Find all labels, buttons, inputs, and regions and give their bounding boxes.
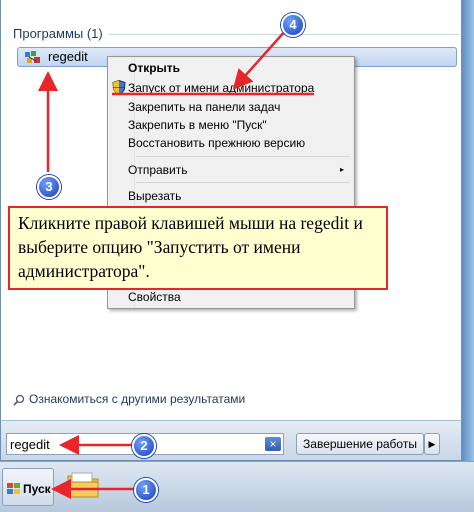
search-icon [13,394,25,406]
uac-shield-icon [112,80,126,95]
menu-item-restore-previous[interactable]: Восстановить прежнюю версию [128,136,305,150]
clear-search-icon[interactable]: × [265,437,281,451]
menu-item-pin-taskbar[interactable]: Закрепить на панели задач [128,100,280,114]
program-item-label: regedit [48,49,88,64]
menu-item-run-as-admin[interactable]: Запуск от имени администратора [128,81,314,95]
see-more-results-link[interactable]: Ознакомиться с другими результатами [13,392,245,406]
windows-flag-icon [7,483,20,494]
submenu-arrow-icon: ▸ [340,165,345,174]
programs-section-title: Программы (1) [13,26,103,41]
menu-item-pin-start[interactable]: Закрепить в меню "Пуск" [128,118,267,132]
folder-icon[interactable] [66,470,100,500]
desktop-background [462,0,474,461]
menu-item-cut[interactable]: Вырезать [128,189,181,203]
shutdown-button[interactable]: Завершение работы [296,433,424,455]
menu-item-open[interactable]: Открыть [128,61,180,75]
section-divider [109,34,459,35]
taskbar: Пуск [0,461,474,512]
step-marker-1: 1 [134,478,158,502]
step-marker-3: 3 [37,175,61,199]
start-button-label: Пуск [23,482,51,496]
menu-item-properties[interactable]: Свойства [128,290,181,304]
shutdown-options-arrow-icon[interactable]: ▶ [424,433,440,455]
see-more-results-label: Ознакомиться с другими результатами [29,392,246,406]
step-marker-4: 4 [281,13,305,37]
menu-separator [136,182,350,183]
regedit-icon [25,51,40,63]
menu-item-send-to[interactable]: Отправить [128,163,188,177]
start-button[interactable]: Пуск [2,468,54,506]
menu-separator [136,156,350,157]
step-marker-2: 2 [132,434,156,458]
instruction-callout: Кликните правой клавишей мыши на regedit… [8,206,388,290]
